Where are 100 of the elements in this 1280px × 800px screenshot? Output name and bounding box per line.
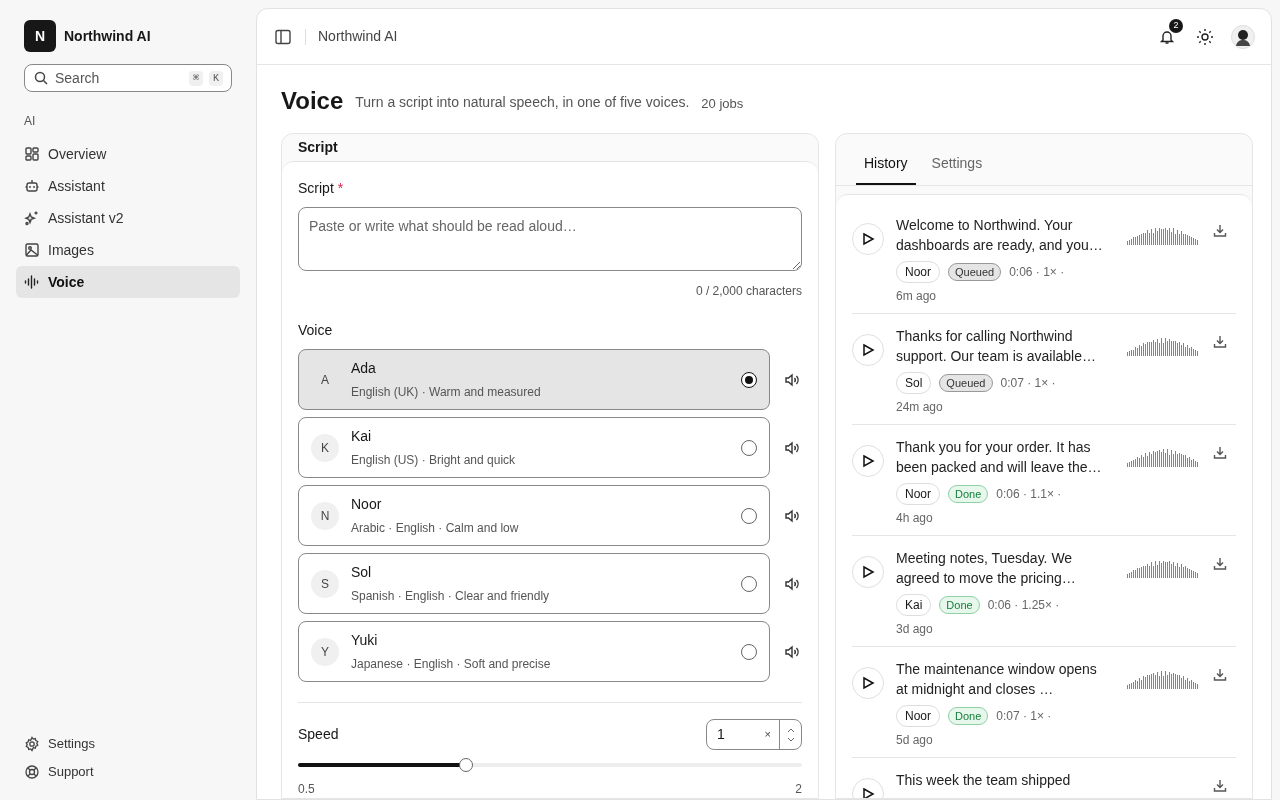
voice-name: Ada: [351, 359, 377, 378]
slider-max-label: 2: [795, 781, 802, 798]
settings-icon: [24, 736, 40, 752]
download-icon[interactable]: [1212, 334, 1228, 350]
sparkles-icon: [24, 210, 40, 226]
voice-initial: N: [311, 501, 339, 530]
character-counter: 0 / 2,000 characters: [694, 283, 802, 300]
job-meta: 0:06 · 1× ·: [1009, 264, 1065, 281]
radio-button[interactable]: [741, 575, 757, 592]
shortcut-key: ⌘: [188, 70, 203, 86]
play-icon: [861, 454, 875, 468]
sidebar-item[interactable]: Assistant: [16, 170, 240, 202]
speed-field[interactable]: 1 ×: [706, 719, 802, 750]
job-meta: 0:07 · 1× ·: [996, 708, 1052, 725]
play-icon: [861, 232, 875, 246]
voice-description: English (UK) · Warm and measured: [351, 384, 542, 401]
voice-description: Arabic · English · Calm and low: [351, 520, 520, 537]
download-icon[interactable]: [1212, 556, 1228, 572]
sidebar-item[interactable]: Assistant v2: [16, 202, 240, 234]
status-badge: Done: [948, 706, 989, 726]
section-label: AI: [23, 113, 37, 130]
card-title: Script: [298, 138, 338, 157]
theme-toggle-icon[interactable]: [1195, 26, 1215, 47]
download-icon[interactable]: [1212, 445, 1228, 461]
radio-button[interactable]: [741, 371, 757, 388]
play-icon: [861, 565, 875, 579]
grid-icon: [24, 146, 40, 162]
voice-name: Noor: [351, 495, 383, 514]
radio-button[interactable]: [741, 439, 757, 456]
unit-label: ×: [764, 727, 772, 743]
status-badge: Done: [939, 595, 980, 615]
download-icon[interactable]: [1212, 667, 1228, 683]
voice-description: Spanish · English · Clear and friendly: [351, 588, 551, 605]
sidebar-item[interactable]: Voice: [16, 266, 240, 298]
play-icon: [861, 676, 875, 690]
search-field[interactable]: Search ⌘ K: [24, 64, 232, 92]
voice-description: English (US) · Bright and quick: [351, 452, 517, 469]
waveform-icon: [24, 274, 40, 290]
tab[interactable]: History: [856, 143, 916, 185]
slider-thumb[interactable]: [458, 758, 473, 772]
voice-initial: Y: [311, 637, 339, 666]
page-title: Voice: [281, 89, 344, 113]
voice-option[interactable]: K Kai English (US) · Bright and quick: [298, 417, 770, 478]
radio-button[interactable]: [741, 507, 757, 524]
breadcrumb: Northwind AI: [318, 27, 398, 46]
job-time: 4h ago: [896, 510, 934, 527]
voice-name: Sol: [351, 563, 373, 582]
brand-name: Northwind AI: [64, 26, 151, 46]
voice-name: Yuki: [351, 631, 379, 650]
job-meta: 0:06 · 1.1× ·: [996, 486, 1062, 503]
job-text: Thank you for your order. It has been packed and will leave the…: [896, 438, 1103, 477]
radio-button[interactable]: [741, 643, 757, 660]
sidebar-item[interactable]: Overview: [16, 138, 240, 170]
job-count: 20 jobs: [701, 94, 744, 113]
tab[interactable]: Settings: [923, 143, 991, 185]
play-icon: [861, 787, 875, 798]
job-text: Thanks for calling Northwind support. Our team is available…: [896, 327, 1097, 366]
shortcut-key: K: [209, 70, 223, 86]
voice-initial: S: [311, 569, 339, 598]
job-time: 24m ago: [896, 399, 944, 416]
sidebar-link[interactable]: Support: [16, 760, 240, 784]
page-subtitle: Turn a script into natural speech, in one of five voices.: [355, 93, 690, 112]
job-meta: 0:06 · 1.25× ·: [987, 597, 1060, 614]
sidebar-link[interactable]: Settings: [16, 732, 240, 756]
download-icon[interactable]: [1212, 778, 1228, 794]
image-icon: [24, 242, 40, 258]
field-label: Speed: [298, 725, 339, 744]
job-text: The maintenance window opens at midnight and closes …: [896, 660, 1098, 699]
voice-initial: K: [311, 433, 339, 462]
status-badge: Queued: [939, 373, 993, 393]
search-icon: [33, 70, 49, 86]
play-icon: [861, 343, 875, 357]
status-badge: Queued: [948, 262, 1002, 282]
robot-icon: [24, 178, 40, 194]
search-input[interactable]: Search: [55, 67, 183, 89]
job-time: 3d ago: [896, 621, 934, 638]
lifebuoy-icon: [24, 764, 40, 780]
voice-option[interactable]: Y Yuki Japanese · English · Soft and precise: [298, 621, 770, 682]
sidebar-item[interactable]: Images: [16, 234, 240, 266]
voice-name: Kai: [351, 427, 373, 446]
voice-option[interactable]: S Sol Spanish · English · Clear and friendly: [298, 553, 770, 614]
voice-option[interactable]: N Noor Arabic · English · Calm and low: [298, 485, 770, 546]
job-text: Welcome to Northwind. Your dashboards are ready, and you…: [896, 216, 1104, 255]
download-icon[interactable]: [1212, 223, 1228, 239]
status-badge: Done: [948, 484, 989, 504]
notification-badge: 2: [1169, 18, 1183, 33]
avatar[interactable]: [1231, 24, 1255, 49]
speed-slider[interactable]: [298, 758, 802, 772]
job-time: 5d ago: [896, 732, 934, 749]
script-field[interactable]: Paste or write what should be read aloud…: [298, 207, 802, 271]
field-label: Script: [298, 179, 334, 198]
voice-description: Japanese · English · Soft and precise: [351, 656, 552, 673]
job-text: This week the team shipped: [896, 771, 1072, 790]
logo: N: [24, 20, 56, 52]
required-mark: *: [337, 179, 344, 198]
field-label: Voice: [298, 321, 334, 340]
stepper-arrows-icon[interactable]: [785, 726, 796, 743]
voice-option[interactable]: A Ada English (UK) · Warm and measured: [298, 349, 770, 410]
job-meta: 0:07 · 1× ·: [1000, 375, 1056, 392]
job-text: Meeting notes, Tuesday. We agreed to move the pricing…: [896, 549, 1077, 588]
